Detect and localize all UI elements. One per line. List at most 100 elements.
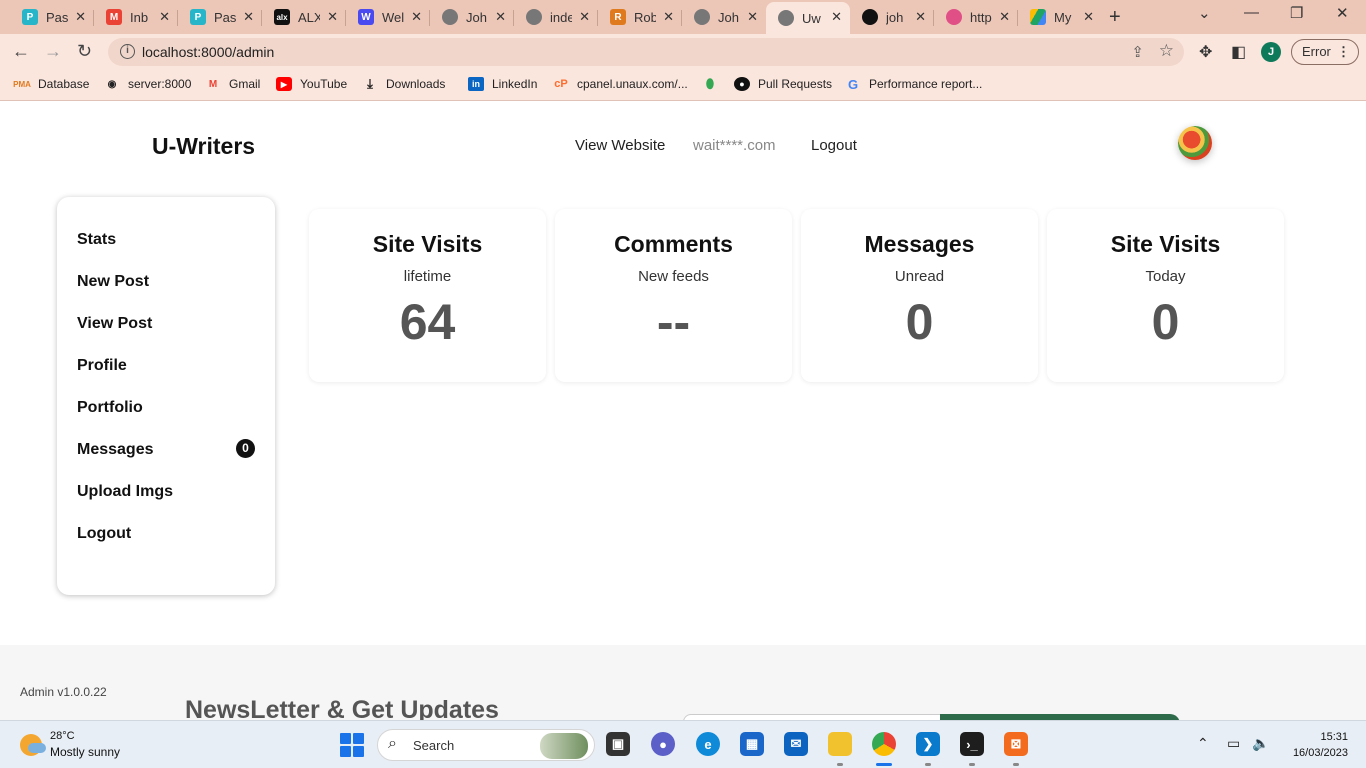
file-explorer-icon[interactable] <box>828 732 852 756</box>
browser-tab[interactable]: http ✕ <box>934 2 1018 32</box>
browser-tab[interactable]: Joh ✕ <box>430 2 514 32</box>
reload-icon[interactable]: ↻ <box>77 41 92 62</box>
weather-temperature[interactable]: 28°C <box>50 730 75 742</box>
browser-tab[interactable]: P Pas ✕ <box>10 2 94 32</box>
task-view-icon[interactable]: ▣ <box>606 732 630 756</box>
clock-date: 16/03/2023 <box>1292 747 1348 759</box>
mail-icon[interactable]: ✉ <box>784 732 808 756</box>
close-icon[interactable]: ✕ <box>159 9 170 25</box>
bookmark-item[interactable]: PMA Database <box>13 77 89 91</box>
browser-tab[interactable]: My ✕ <box>1018 2 1102 32</box>
close-icon[interactable]: ✕ <box>327 9 338 25</box>
volume-icon[interactable]: 🔈 <box>1252 735 1269 752</box>
browser-tab[interactable]: R Rob ✕ <box>598 2 682 32</box>
edge-icon[interactable]: e <box>696 732 720 756</box>
card-title: Comments <box>614 231 733 257</box>
search-icon: ⌕ <box>388 735 397 752</box>
network-icon[interactable]: ▭ <box>1227 735 1240 752</box>
window-close-icon[interactable]: ✕ <box>1336 4 1349 22</box>
chevron-up-icon[interactable]: ⌃ <box>1197 735 1209 752</box>
browser-tab[interactable]: inde ✕ <box>514 2 598 32</box>
bookmark-label: Performance report... <box>869 77 983 91</box>
bookmark-item[interactable]: ◉ server:8000 <box>104 77 192 91</box>
new-tab-icon[interactable]: + <box>1109 6 1121 29</box>
bookmark-item[interactable]: cP cpanel.unaux.com/... <box>553 77 687 91</box>
close-icon[interactable]: ✕ <box>663 9 674 25</box>
close-icon[interactable]: ✕ <box>579 9 590 25</box>
alx-icon: alx <box>274 9 290 25</box>
browser-tab-active[interactable]: Uw ✕ <box>766 2 850 34</box>
site-info-icon[interactable]: i <box>120 44 135 59</box>
close-icon[interactable]: ✕ <box>747 9 758 25</box>
avatar[interactable] <box>1178 126 1212 160</box>
close-icon[interactable]: ✕ <box>411 9 422 25</box>
logout-link[interactable]: Logout <box>811 137 857 154</box>
error-button[interactable]: Error ⋮ <box>1291 39 1359 65</box>
browser-tab[interactable]: W Wel ✕ <box>346 2 430 32</box>
sidebar-item-profile[interactable]: Profile <box>77 357 127 375</box>
w-icon: W <box>358 9 374 25</box>
browser-tab[interactable]: joh ✕ <box>850 2 934 32</box>
browser-toolbar: ← → ↻ i localhost:8000/admin ⇪ ☆ ✥ ◧ J E… <box>0 34 1366 70</box>
restore-icon[interactable]: ❐ <box>1290 4 1303 22</box>
bookmark-item[interactable]: in LinkedIn <box>468 77 537 91</box>
sidebar-item-portfolio[interactable]: Portfolio <box>77 399 143 417</box>
site-brand[interactable]: U-Writers <box>152 133 255 160</box>
back-icon[interactable]: ← <box>12 41 30 62</box>
bookmark-item[interactable]: G Performance report... <box>845 77 983 92</box>
close-icon[interactable]: ✕ <box>75 9 86 25</box>
close-icon[interactable]: ✕ <box>999 9 1010 25</box>
view-website-link[interactable]: View Website <box>575 137 665 154</box>
bookmark-item[interactable]: ⤓ Downloads <box>362 76 445 91</box>
sidebar-item-view-post[interactable]: View Post <box>77 315 152 333</box>
system-clock[interactable]: 15:31 16/03/2023 <box>1293 729 1348 761</box>
share-icon[interactable]: ⇪ <box>1131 43 1144 61</box>
close-icon[interactable]: ✕ <box>495 9 506 25</box>
running-indicator <box>969 763 975 766</box>
vscode-icon[interactable]: ❯ <box>916 732 940 756</box>
bookmark-item[interactable]: ⬮ <box>702 76 726 91</box>
bookmark-item[interactable]: ▶ YouTube <box>276 77 347 91</box>
extensions-icon[interactable]: ✥ <box>1199 42 1212 62</box>
bookmark-item[interactable]: ● Pull Requests <box>734 77 832 91</box>
taskbar: 28°C Mostly sunny ⌕ Search ▣ ● e ▦ ✉ ❯ ›… <box>0 720 1366 768</box>
close-icon[interactable]: ✕ <box>1083 9 1094 25</box>
bookmark-star-icon[interactable]: ☆ <box>1159 41 1174 61</box>
sidebar-item-stats[interactable]: Stats <box>77 231 116 249</box>
xampp-icon[interactable]: ⊠ <box>1004 732 1028 756</box>
tab-title: Inb <box>130 9 149 25</box>
taskbar-search[interactable]: ⌕ Search <box>377 729 595 761</box>
bookmarks-bar: PMA Database ◉ server:8000 M Gmail ▶ You… <box>0 70 1366 101</box>
chrome-icon[interactable] <box>872 732 896 756</box>
start-button[interactable] <box>340 733 364 757</box>
sidebar-item-logout[interactable]: Logout <box>77 525 131 543</box>
browser-tab[interactable]: Joh ✕ <box>682 2 766 32</box>
forward-icon[interactable]: → <box>44 41 62 62</box>
linkedin-icon: in <box>468 77 484 91</box>
profile-avatar[interactable]: J <box>1261 42 1281 62</box>
side-panel-icon[interactable]: ◧ <box>1231 42 1246 62</box>
close-icon[interactable]: ✕ <box>831 9 842 25</box>
browser-tab[interactable]: alx ALX ✕ <box>262 2 346 32</box>
sidebar-item-new-post[interactable]: New Post <box>77 273 149 291</box>
close-icon[interactable]: ✕ <box>915 9 926 25</box>
bookmark-item[interactable]: M Gmail <box>205 77 261 91</box>
store-icon[interactable]: ▦ <box>740 732 764 756</box>
chat-icon[interactable]: ● <box>651 732 675 756</box>
tab-title: Uw <box>802 10 821 26</box>
bookmark-label: LinkedIn <box>492 77 538 91</box>
address-bar[interactable]: i localhost:8000/admin ⇪ ☆ <box>108 38 1184 66</box>
browser-tab[interactable]: P Pas ✕ <box>178 2 262 32</box>
tab-search-icon[interactable]: ⌄ <box>1198 4 1211 22</box>
minimize-icon[interactable]: — <box>1244 4 1259 21</box>
close-icon[interactable]: ✕ <box>243 9 254 25</box>
terminal-icon[interactable]: ›_ <box>960 732 984 756</box>
url-text[interactable]: localhost:8000/admin <box>142 44 274 60</box>
browser-tab[interactable]: M Inb ✕ <box>94 2 178 32</box>
weather-icon[interactable] <box>20 734 46 756</box>
tab-title: Rob <box>634 9 656 25</box>
sidebar-item-messages[interactable]: Messages <box>77 441 154 459</box>
weather-condition[interactable]: Mostly sunny <box>50 745 120 759</box>
stat-card-messages: Messages Unread 0 <box>801 209 1038 382</box>
sidebar-item-upload-imgs[interactable]: Upload Imgs <box>77 483 173 501</box>
